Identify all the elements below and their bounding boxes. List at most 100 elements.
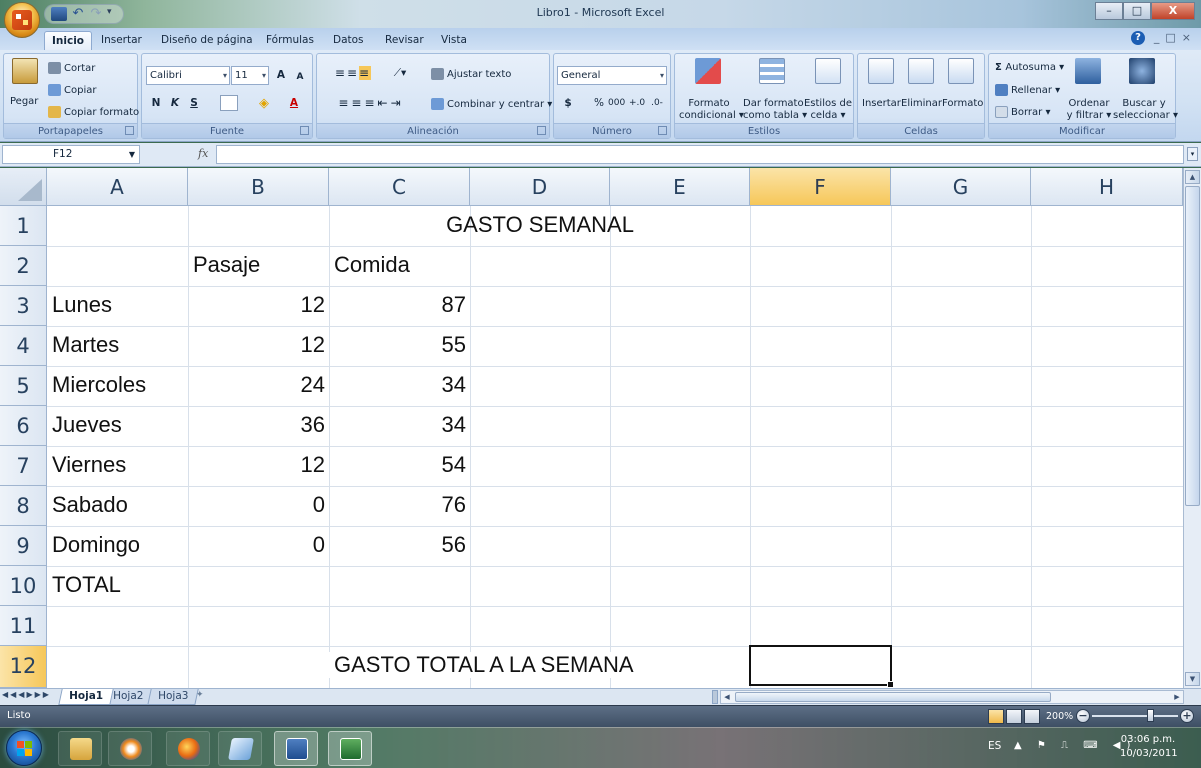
- currency-button[interactable]: $: [559, 94, 577, 113]
- tab-split-handle[interactable]: [712, 690, 718, 704]
- cell-day[interactable]: Viernes: [47, 452, 188, 478]
- column-header-f[interactable]: F: [750, 168, 891, 206]
- new-sheet-icon[interactable]: ✦: [196, 690, 216, 703]
- cell-title[interactable]: GASTO SEMANAL: [329, 212, 751, 238]
- tab-inicio[interactable]: Inicio: [44, 31, 93, 50]
- conditional-format-icon[interactable]: [695, 58, 721, 84]
- delete-button[interactable]: Eliminar: [901, 98, 942, 110]
- cell-day[interactable]: Lunes: [47, 292, 188, 318]
- tab-diseno-pagina[interactable]: Diseño de página: [154, 31, 260, 50]
- format-as-table-button[interactable]: Dar formato como tabla ▾: [743, 98, 807, 122]
- cell-comida[interactable]: 54: [329, 452, 466, 478]
- cell-c12[interactable]: GASTO TOTAL A LA SEMANA: [329, 652, 749, 678]
- page-layout-view-icon[interactable]: [1006, 709, 1022, 724]
- cell-day[interactable]: Sabado: [47, 492, 188, 518]
- column-header-e[interactable]: E: [610, 168, 750, 206]
- column-header-b[interactable]: B: [188, 168, 329, 206]
- close-button[interactable]: X: [1151, 2, 1195, 20]
- tab-formulas[interactable]: Fórmulas: [259, 31, 321, 50]
- grow-font-button[interactable]: A: [272, 66, 290, 85]
- redo-icon[interactable]: ↷: [89, 7, 103, 21]
- name-box[interactable]: F12 ▼: [2, 145, 140, 164]
- italic-button[interactable]: K: [166, 94, 184, 113]
- customize-icon[interactable]: ▾: [107, 7, 117, 21]
- page-break-view-icon[interactable]: [1024, 709, 1040, 724]
- orientation-icon[interactable]: ⟋▾: [389, 64, 411, 83]
- horizontal-scrollbar[interactable]: ◀ ▶: [720, 690, 1184, 704]
- sheet-nav-icons[interactable]: ◀◀◀▶▶▶: [2, 690, 51, 699]
- underline-button[interactable]: S: [185, 94, 203, 113]
- font-size-select[interactable]: 11 ▾: [231, 66, 269, 85]
- cell-comida[interactable]: 55: [329, 332, 466, 358]
- select-all-button[interactable]: [0, 168, 47, 206]
- column-header-a[interactable]: A: [47, 168, 188, 206]
- row-header-9[interactable]: 9: [0, 526, 47, 566]
- paste-icon[interactable]: [12, 58, 38, 84]
- tab-insertar[interactable]: Insertar: [94, 31, 149, 50]
- cell-styles-icon[interactable]: [815, 58, 841, 84]
- dialog-launcher-icon[interactable]: [537, 126, 546, 135]
- vertical-scrollbar[interactable]: ▲ ▼: [1183, 168, 1201, 688]
- format-cells-icon[interactable]: [948, 58, 974, 84]
- borders-icon[interactable]: [220, 95, 238, 111]
- column-header-h[interactable]: H: [1031, 168, 1183, 206]
- tray-icons[interactable]: ▲ ⚑ ⎍ ⌨ ◀): [1014, 740, 1136, 751]
- clear-button[interactable]: Borrar ▾: [995, 106, 1050, 119]
- normal-view-icon[interactable]: [988, 709, 1004, 724]
- merge-center-button[interactable]: Combinar y centrar ▾: [431, 98, 552, 111]
- cell-b2[interactable]: Pasaje: [188, 252, 329, 278]
- expand-formula-icon[interactable]: ▾: [1187, 147, 1198, 161]
- row-header-4[interactable]: 4: [0, 326, 47, 366]
- cut-button[interactable]: Cortar: [48, 62, 95, 75]
- worksheet-grid[interactable]: A B C D E F G H 1 2 3 4 5 6 7 8 9 10 11 …: [0, 168, 1183, 688]
- cell-pasaje[interactable]: 24: [188, 372, 325, 398]
- sheet-tab-hoja1[interactable]: Hoja1: [58, 689, 114, 705]
- dialog-launcher-icon[interactable]: [125, 126, 134, 135]
- tab-revisar[interactable]: Revisar: [378, 31, 431, 50]
- cell-pasaje[interactable]: 12: [188, 292, 325, 318]
- dialog-launcher-icon[interactable]: [658, 126, 667, 135]
- zoom-level[interactable]: 200%: [1046, 711, 1073, 722]
- font-name-select[interactable]: Calibri ▾: [146, 66, 230, 85]
- shrink-font-button[interactable]: A: [291, 68, 309, 87]
- cell-day[interactable]: Martes: [47, 332, 188, 358]
- delete-cells-icon[interactable]: [908, 58, 934, 84]
- binoculars-icon[interactable]: [1129, 58, 1155, 84]
- cell-pasaje[interactable]: 12: [188, 452, 325, 478]
- fill-button[interactable]: Rellenar ▾: [995, 84, 1060, 97]
- insert-button[interactable]: Insertar: [862, 98, 901, 110]
- cell-c2[interactable]: Comida: [329, 252, 470, 278]
- cell-pasaje[interactable]: 0: [188, 492, 325, 518]
- scroll-thumb[interactable]: [1185, 186, 1200, 506]
- maximize-button[interactable]: □: [1123, 2, 1151, 20]
- zoom-slider[interactable]: [1092, 715, 1178, 717]
- insert-cells-icon[interactable]: [868, 58, 894, 84]
- row-header-10[interactable]: 10: [0, 566, 47, 606]
- tab-datos[interactable]: Datos: [326, 31, 371, 50]
- scroll-thumb[interactable]: [735, 692, 1051, 702]
- cell-pasaje[interactable]: 0: [188, 532, 325, 558]
- cell-styles-button[interactable]: Estilos de celda ▾: [803, 98, 853, 122]
- increase-decimal-icon[interactable]: +.0: [628, 94, 646, 113]
- taskbar-excel[interactable]: [328, 731, 372, 766]
- row-header-2[interactable]: 2: [0, 246, 47, 286]
- cell-comida[interactable]: 76: [329, 492, 466, 518]
- cell-day[interactable]: Domingo: [47, 532, 188, 558]
- cell-day[interactable]: Miercoles: [47, 372, 188, 398]
- scroll-down-icon[interactable]: ▼: [1185, 672, 1200, 686]
- horizontal-align-icons[interactable]: ≡≡≡⇤⇥: [321, 94, 421, 113]
- zoom-in-icon[interactable]: +: [1180, 709, 1194, 723]
- decrease-decimal-icon[interactable]: .0-: [648, 94, 666, 113]
- office-button[interactable]: [4, 2, 40, 38]
- scroll-up-icon[interactable]: ▲: [1185, 170, 1200, 184]
- sort-filter-button[interactable]: Ordenar y filtrar ▾: [1065, 98, 1113, 122]
- number-format-select[interactable]: General ▾: [557, 66, 667, 85]
- row-header-3[interactable]: 3: [0, 286, 47, 326]
- taskbar-media-player[interactable]: [108, 731, 152, 766]
- row-header-1[interactable]: 1: [0, 206, 47, 246]
- zoom-out-icon[interactable]: −: [1076, 709, 1090, 723]
- scroll-right-icon[interactable]: ▶: [1171, 691, 1183, 703]
- taskbar-notes[interactable]: [218, 731, 262, 766]
- conditional-format-button[interactable]: Formato condicional ▾: [679, 98, 744, 122]
- zoom-slider-thumb[interactable]: [1147, 709, 1154, 722]
